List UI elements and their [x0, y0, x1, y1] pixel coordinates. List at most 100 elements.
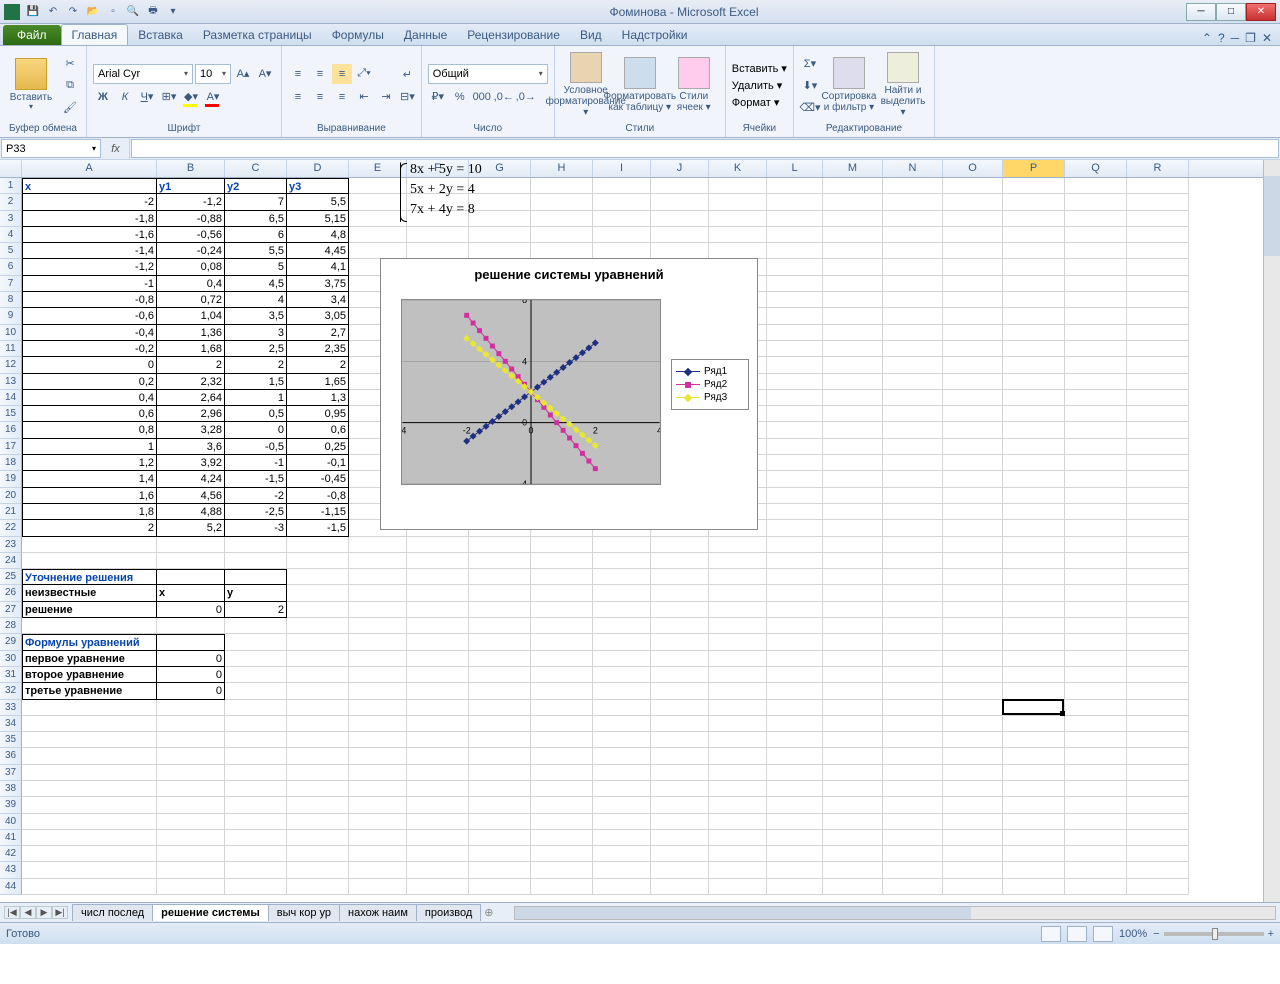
- cell-J28[interactable]: [651, 618, 709, 634]
- row-header[interactable]: 9: [0, 308, 22, 324]
- cell-F37[interactable]: [407, 765, 469, 781]
- cell-H32[interactable]: [531, 683, 593, 699]
- cell-Q35[interactable]: [1065, 732, 1127, 748]
- cell-P1[interactable]: [1003, 178, 1065, 194]
- cell-J2[interactable]: [651, 194, 709, 210]
- row-header[interactable]: 1: [0, 178, 22, 194]
- workbook-minimize-icon[interactable]: ─: [1231, 31, 1240, 45]
- cell-J30[interactable]: [651, 651, 709, 667]
- cell-R36[interactable]: [1127, 748, 1189, 764]
- cell-A36[interactable]: [22, 748, 157, 764]
- preview-icon[interactable]: 🔍: [124, 3, 142, 21]
- cell-G26[interactable]: [469, 585, 531, 601]
- cell-H26[interactable]: [531, 585, 593, 601]
- cell-Q24[interactable]: [1065, 553, 1127, 569]
- cell-H42[interactable]: [531, 846, 593, 862]
- sheet-tab[interactable]: выч кор ур: [268, 904, 340, 921]
- cell-O41[interactable]: [943, 830, 1003, 846]
- cell-E41[interactable]: [349, 830, 407, 846]
- cell-L1[interactable]: [767, 178, 823, 194]
- percent-icon[interactable]: %: [450, 87, 470, 107]
- row-header[interactable]: 5: [0, 243, 22, 259]
- cell-J35[interactable]: [651, 732, 709, 748]
- cell-J29[interactable]: [651, 634, 709, 650]
- cell-C39[interactable]: [225, 797, 287, 813]
- cell-B26[interactable]: x: [157, 585, 225, 601]
- cell-B10[interactable]: 1,36: [157, 325, 225, 341]
- cell-K40[interactable]: [709, 814, 767, 830]
- cell-M9[interactable]: [823, 308, 883, 324]
- cell-P9[interactable]: [1003, 308, 1065, 324]
- cell-I3[interactable]: [593, 211, 651, 227]
- qat-more-icon[interactable]: ▾: [164, 3, 182, 21]
- cell-H43[interactable]: [531, 862, 593, 878]
- cell-M24[interactable]: [823, 553, 883, 569]
- cell-Q34[interactable]: [1065, 716, 1127, 732]
- cell-F4[interactable]: [407, 227, 469, 243]
- cell-Q15[interactable]: [1065, 406, 1127, 422]
- row-header[interactable]: 27: [0, 602, 22, 618]
- cell-G25[interactable]: [469, 569, 531, 585]
- cell-O44[interactable]: [943, 879, 1003, 895]
- cell-D23[interactable]: [287, 537, 349, 553]
- cell-B18[interactable]: 3,92: [157, 455, 225, 471]
- cell-P25[interactable]: [1003, 569, 1065, 585]
- cell-R2[interactable]: [1127, 194, 1189, 210]
- cell-J36[interactable]: [651, 748, 709, 764]
- cell-C21[interactable]: -2,5: [225, 504, 287, 520]
- cell-A6[interactable]: -1,2: [22, 259, 157, 275]
- cell-R17[interactable]: [1127, 439, 1189, 455]
- cell-M14[interactable]: [823, 390, 883, 406]
- cell-M36[interactable]: [823, 748, 883, 764]
- fill-color-icon[interactable]: ◆▾: [181, 87, 201, 107]
- cell-Q36[interactable]: [1065, 748, 1127, 764]
- cell-N24[interactable]: [883, 553, 943, 569]
- cell-F24[interactable]: [407, 553, 469, 569]
- cell-H36[interactable]: [531, 748, 593, 764]
- cell-L25[interactable]: [767, 569, 823, 585]
- cell-E36[interactable]: [349, 748, 407, 764]
- fill-icon[interactable]: ⬇▾: [800, 75, 820, 95]
- cell-A22[interactable]: 2: [22, 520, 157, 536]
- cell-D26[interactable]: [287, 585, 349, 601]
- cell-F36[interactable]: [407, 748, 469, 764]
- cell-F25[interactable]: [407, 569, 469, 585]
- cell-Q1[interactable]: [1065, 178, 1127, 194]
- cell-H31[interactable]: [531, 667, 593, 683]
- cell-M27[interactable]: [823, 602, 883, 618]
- row-header[interactable]: 36: [0, 748, 22, 764]
- italic-icon[interactable]: К: [115, 87, 135, 107]
- cell-Q23[interactable]: [1065, 537, 1127, 553]
- cell-J40[interactable]: [651, 814, 709, 830]
- cell-A26[interactable]: неизвестные: [22, 585, 157, 601]
- cell-D33[interactable]: [287, 700, 349, 716]
- cell-H41[interactable]: [531, 830, 593, 846]
- cell-N26[interactable]: [883, 585, 943, 601]
- cell-K29[interactable]: [709, 634, 767, 650]
- tab-addins[interactable]: Надстройки: [612, 25, 698, 45]
- cell-L36[interactable]: [767, 748, 823, 764]
- cell-Q29[interactable]: [1065, 634, 1127, 650]
- font-name-combo[interactable]: Arial Cyr▾: [93, 64, 193, 84]
- cell-A18[interactable]: 1,2: [22, 455, 157, 471]
- cell-R5[interactable]: [1127, 243, 1189, 259]
- cell-R30[interactable]: [1127, 651, 1189, 667]
- cell-H3[interactable]: [531, 211, 593, 227]
- cell-F39[interactable]: [407, 797, 469, 813]
- cell-B24[interactable]: [157, 553, 225, 569]
- cell-I27[interactable]: [593, 602, 651, 618]
- cell-A20[interactable]: 1,6: [22, 488, 157, 504]
- cell-B31[interactable]: 0: [157, 667, 225, 683]
- cell-R40[interactable]: [1127, 814, 1189, 830]
- cell-N41[interactable]: [883, 830, 943, 846]
- cell-R24[interactable]: [1127, 553, 1189, 569]
- cell-B12[interactable]: 2: [157, 357, 225, 373]
- cell-N36[interactable]: [883, 748, 943, 764]
- cell-O13[interactable]: [943, 374, 1003, 390]
- cell-A4[interactable]: -1,6: [22, 227, 157, 243]
- cell-M44[interactable]: [823, 879, 883, 895]
- cell-D31[interactable]: [287, 667, 349, 683]
- cell-J44[interactable]: [651, 879, 709, 895]
- cell-D20[interactable]: -0,8: [287, 488, 349, 504]
- cell-C18[interactable]: -1: [225, 455, 287, 471]
